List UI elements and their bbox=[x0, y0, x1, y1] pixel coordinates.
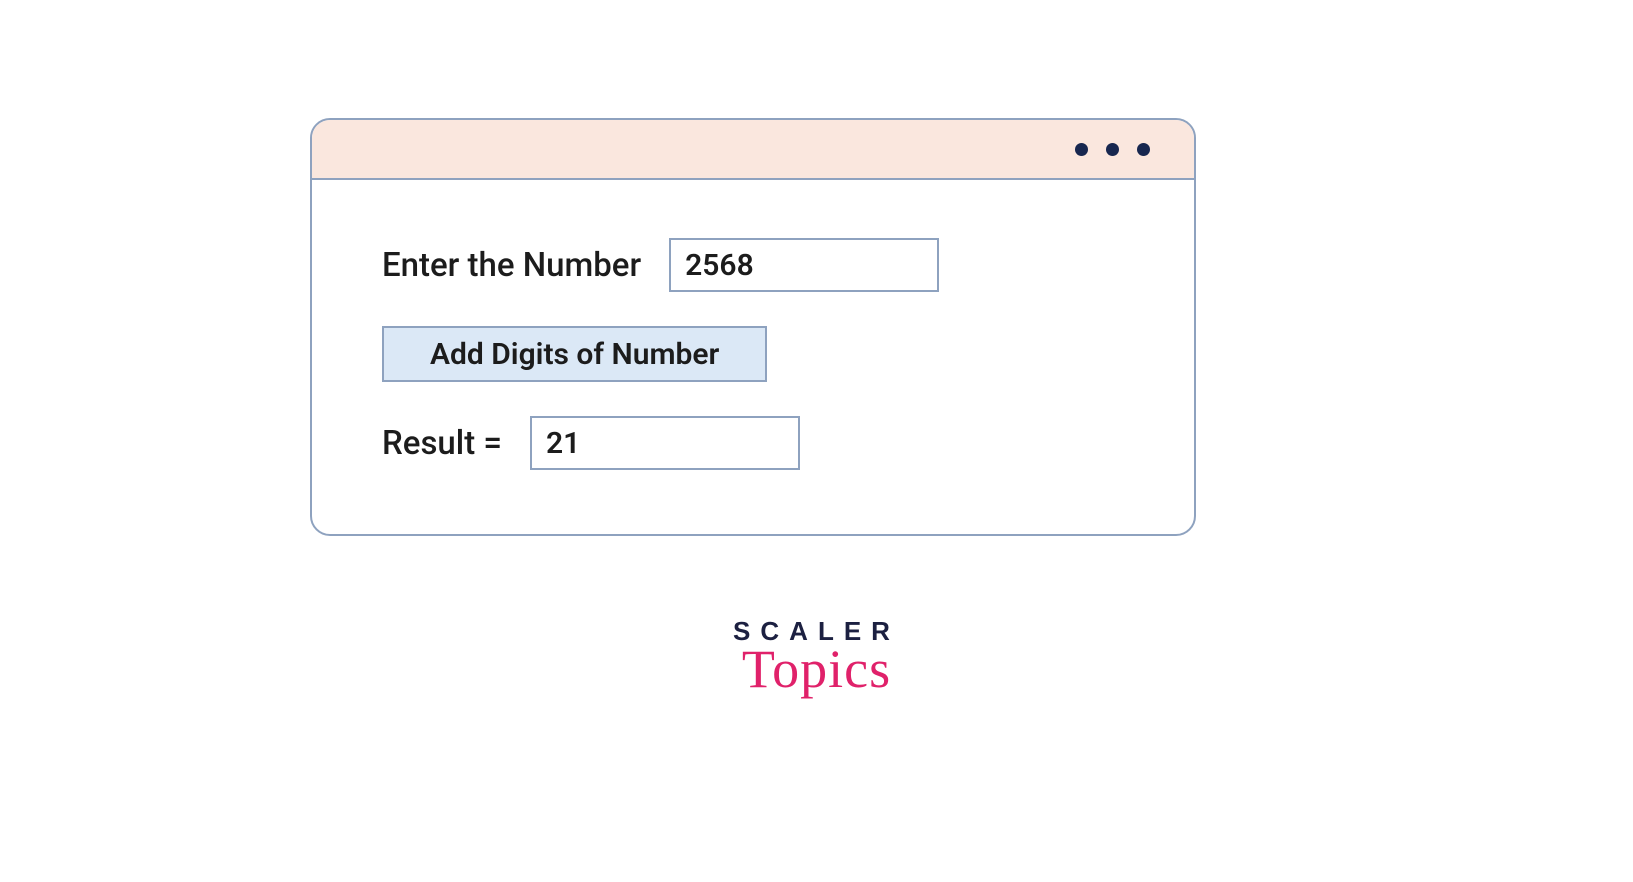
brand-logo-line2: Topics bbox=[733, 642, 900, 696]
button-row: Add Digits of Number bbox=[382, 326, 1124, 382]
add-digits-button-label: Add Digits of Number bbox=[430, 337, 719, 372]
number-input[interactable]: 2568 bbox=[669, 238, 939, 292]
window-control-dot bbox=[1137, 143, 1150, 156]
result-label: Result = bbox=[382, 424, 502, 463]
result-row: Result = 21 bbox=[382, 416, 1124, 470]
window-control-dot bbox=[1075, 143, 1088, 156]
number-input-value: 2568 bbox=[685, 248, 754, 283]
enter-number-row: Enter the Number 2568 bbox=[382, 238, 1124, 292]
brand-logo: SCALER Topics bbox=[733, 618, 900, 696]
result-output: 21 bbox=[530, 416, 800, 470]
enter-number-label: Enter the Number bbox=[382, 246, 641, 285]
titlebar bbox=[312, 120, 1194, 180]
window-control-dot bbox=[1106, 143, 1119, 156]
result-output-value: 21 bbox=[546, 426, 580, 461]
add-digits-button[interactable]: Add Digits of Number bbox=[382, 326, 767, 382]
app-window: Enter the Number 2568 Add Digits of Numb… bbox=[310, 118, 1196, 536]
window-content: Enter the Number 2568 Add Digits of Numb… bbox=[312, 180, 1194, 510]
